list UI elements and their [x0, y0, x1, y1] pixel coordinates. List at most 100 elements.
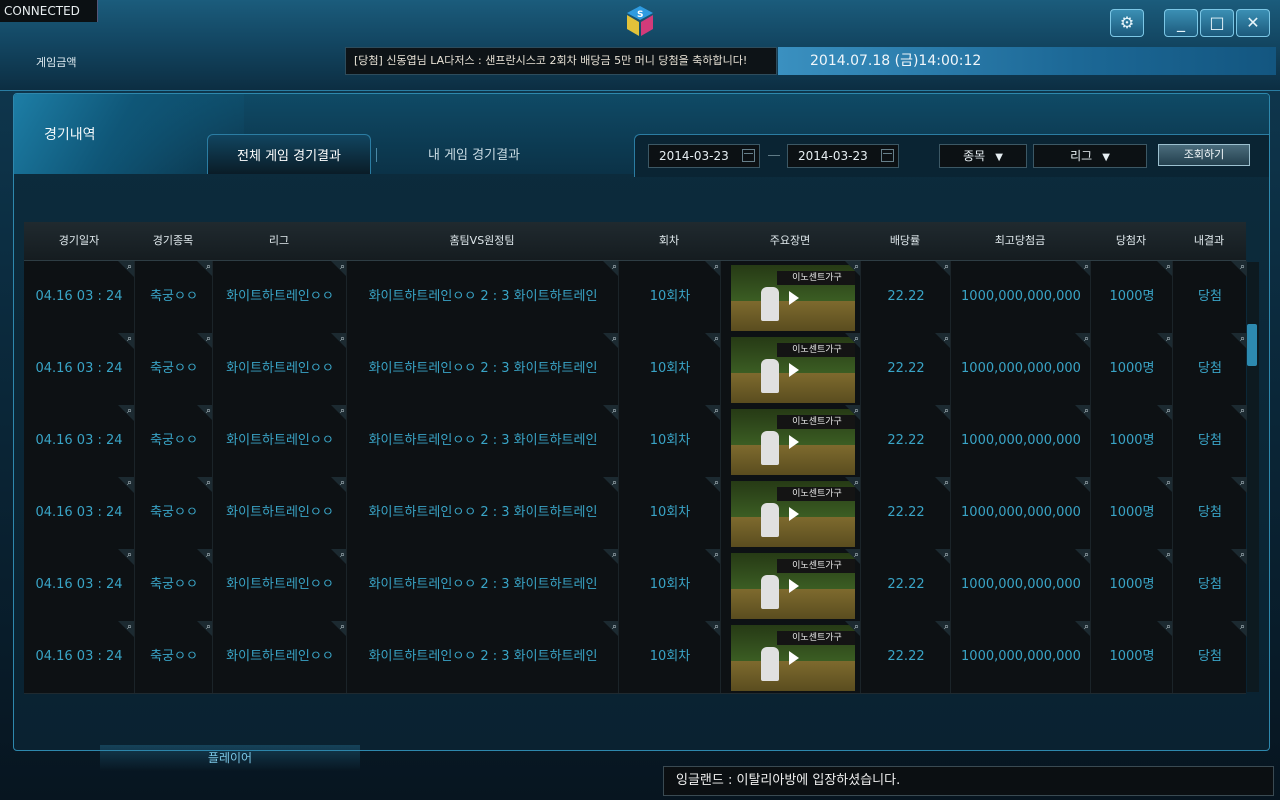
tab-my-game-results[interactable]: 내 게임 경기결과: [394, 134, 554, 174]
magnifier-icon[interactable]: ⌕: [206, 551, 211, 560]
table-row[interactable]: 04.16 03 : 24 ⌕ 축궁ㅇㅇ ⌕ 화이트하트레인ㅇㅇ ⌕ 화이트하트레인ㅇㅇ 2…: [24, 621, 1247, 694]
play-icon[interactable]: [789, 579, 799, 593]
magnifier-icon[interactable]: ⌕: [127, 623, 132, 632]
highlight-video-thumbnail[interactable]: 이노센트가구: [731, 481, 855, 547]
magnifier-icon[interactable]: ⌕: [1240, 551, 1245, 560]
magnifier-icon[interactable]: ⌕: [127, 479, 132, 488]
play-icon[interactable]: [789, 291, 799, 305]
magnifier-icon[interactable]: ⌕: [340, 263, 345, 272]
table-row[interactable]: 04.16 03 : 24 ⌕ 축궁ㅇㅇ ⌕ 화이트하트레인ㅇㅇ ⌕ 화이트하트레인ㅇㅇ 2…: [24, 261, 1247, 334]
tab-all-game-results[interactable]: 전체 게임 경기결과: [207, 134, 371, 174]
magnifier-icon[interactable]: ⌕: [206, 479, 211, 488]
highlight-video-thumbnail[interactable]: 이노센트가구: [731, 625, 855, 691]
magnifier-icon[interactable]: ⌕: [1240, 407, 1245, 416]
magnifier-icon[interactable]: ⌕: [612, 335, 617, 344]
magnifier-icon[interactable]: ⌕: [944, 407, 949, 416]
magnifier-icon[interactable]: ⌕: [1240, 623, 1245, 632]
sport-select[interactable]: 종목 ▼: [939, 144, 1027, 168]
search-button[interactable]: 조회하기: [1158, 144, 1250, 166]
minimize-button[interactable]: _: [1164, 9, 1198, 37]
magnifier-icon[interactable]: ⌕: [1166, 407, 1171, 416]
magnifier-icon[interactable]: ⌕: [944, 479, 949, 488]
magnifier-icon[interactable]: ⌕: [206, 263, 211, 272]
table-scrollbar[interactable]: [1247, 262, 1259, 692]
magnifier-icon[interactable]: ⌕: [944, 623, 949, 632]
magnifier-icon[interactable]: ⌕: [1166, 623, 1171, 632]
magnifier-icon[interactable]: ⌕: [714, 551, 719, 560]
play-icon[interactable]: [789, 507, 799, 521]
tab-divider: [376, 148, 377, 162]
magnifier-icon[interactable]: ⌕: [1166, 263, 1171, 272]
magnifier-icon[interactable]: ⌕: [340, 407, 345, 416]
table-row[interactable]: 04.16 03 : 24 ⌕ 축궁ㅇㅇ ⌕ 화이트하트레인ㅇㅇ ⌕ 화이트하트레인ㅇㅇ 2…: [24, 405, 1247, 478]
magnifier-icon[interactable]: ⌕: [127, 407, 132, 416]
magnifier-icon[interactable]: ⌕: [854, 623, 859, 632]
magnifier-icon[interactable]: ⌕: [1240, 479, 1245, 488]
magnifier-icon[interactable]: ⌕: [1084, 479, 1089, 488]
my-result-value: 당첨: [1198, 289, 1222, 304]
sport-type-value: 축궁ㅇㅇ: [150, 577, 198, 592]
date-from-field[interactable]: 2014-03-23: [648, 144, 760, 168]
magnifier-icon[interactable]: ⌕: [206, 623, 211, 632]
magnifier-icon[interactable]: ⌕: [714, 479, 719, 488]
magnifier-icon[interactable]: ⌕: [854, 407, 859, 416]
table-row[interactable]: 04.16 03 : 24 ⌕ 축궁ㅇㅇ ⌕ 화이트하트레인ㅇㅇ ⌕ 화이트하트레인ㅇㅇ 2…: [24, 549, 1247, 622]
magnifier-icon[interactable]: ⌕: [944, 335, 949, 344]
calendar-icon[interactable]: [742, 149, 755, 162]
magnifier-icon[interactable]: ⌕: [714, 335, 719, 344]
date-to-field[interactable]: 2014-03-23: [787, 144, 899, 168]
magnifier-icon[interactable]: ⌕: [1166, 479, 1171, 488]
magnifier-icon[interactable]: ⌕: [1084, 623, 1089, 632]
magnifier-icon[interactable]: ⌕: [340, 623, 345, 632]
magnifier-icon[interactable]: ⌕: [340, 551, 345, 560]
league-select[interactable]: 리그 ▼: [1033, 144, 1147, 168]
magnifier-icon[interactable]: ⌕: [612, 551, 617, 560]
magnifier-icon[interactable]: ⌕: [1084, 551, 1089, 560]
magnifier-icon[interactable]: ⌕: [1084, 263, 1089, 272]
table-row[interactable]: 04.16 03 : 24 ⌕ 축궁ㅇㅇ ⌕ 화이트하트레인ㅇㅇ ⌕ 화이트하트레인ㅇㅇ 2…: [24, 477, 1247, 550]
play-icon[interactable]: [789, 651, 799, 665]
magnifier-icon[interactable]: ⌕: [127, 335, 132, 344]
magnifier-icon[interactable]: ⌕: [127, 263, 132, 272]
magnifier-icon[interactable]: ⌕: [854, 335, 859, 344]
settings-button[interactable]: ⚙: [1110, 9, 1144, 37]
magnifier-icon[interactable]: ⌕: [714, 623, 719, 632]
magnifier-icon[interactable]: ⌕: [1166, 551, 1171, 560]
magnifier-icon[interactable]: ⌕: [1084, 407, 1089, 416]
play-icon[interactable]: [789, 435, 799, 449]
magnifier-icon[interactable]: ⌕: [854, 551, 859, 560]
match-teams: 화이트하트레인ㅇㅇ 2 : 3 화이트하트레인 ⌕: [346, 621, 619, 693]
maximize-button[interactable]: □: [1200, 9, 1234, 37]
magnifier-icon[interactable]: ⌕: [714, 263, 719, 272]
table-row[interactable]: 04.16 03 : 24 ⌕ 축궁ㅇㅇ ⌕ 화이트하트레인ㅇㅇ ⌕ 화이트하트레인ㅇㅇ 2…: [24, 333, 1247, 406]
magnifier-icon[interactable]: ⌕: [340, 335, 345, 344]
magnifier-icon[interactable]: ⌕: [127, 551, 132, 560]
magnifier-icon[interactable]: ⌕: [1166, 335, 1171, 344]
magnifier-icon[interactable]: ⌕: [612, 263, 617, 272]
magnifier-icon[interactable]: ⌕: [612, 479, 617, 488]
magnifier-icon[interactable]: ⌕: [340, 479, 345, 488]
highlight-video-thumbnail[interactable]: 이노센트가구: [731, 409, 855, 475]
highlight-video-thumbnail[interactable]: 이노센트가구: [731, 265, 855, 331]
player-tab[interactable]: 플레이어: [100, 745, 360, 771]
magnifier-icon[interactable]: ⌕: [944, 263, 949, 272]
magnifier-icon[interactable]: ⌕: [206, 335, 211, 344]
magnifier-icon[interactable]: ⌕: [854, 479, 859, 488]
highlight-video-thumbnail[interactable]: 이노센트가구: [731, 337, 855, 403]
magnifier-icon[interactable]: ⌕: [714, 407, 719, 416]
close-button[interactable]: ✕: [1236, 9, 1270, 37]
calendar-icon[interactable]: [881, 149, 894, 162]
magnifier-icon[interactable]: ⌕: [612, 623, 617, 632]
magnifier-icon[interactable]: ⌕: [1240, 263, 1245, 272]
highlight-video-thumbnail[interactable]: 이노센트가구: [731, 553, 855, 619]
magnifier-icon[interactable]: ⌕: [854, 263, 859, 272]
magnifier-icon[interactable]: ⌕: [206, 407, 211, 416]
magnifier-icon[interactable]: ⌕: [944, 551, 949, 560]
magnifier-icon[interactable]: ⌕: [1084, 335, 1089, 344]
magnifier-icon[interactable]: ⌕: [1240, 335, 1245, 344]
play-icon[interactable]: [789, 363, 799, 377]
magnifier-icon[interactable]: ⌕: [612, 407, 617, 416]
thumbnail-caption: 이노센트가구: [777, 343, 855, 357]
scrollbar-thumb[interactable]: [1247, 324, 1257, 366]
round-value: 10회차: [649, 361, 691, 376]
